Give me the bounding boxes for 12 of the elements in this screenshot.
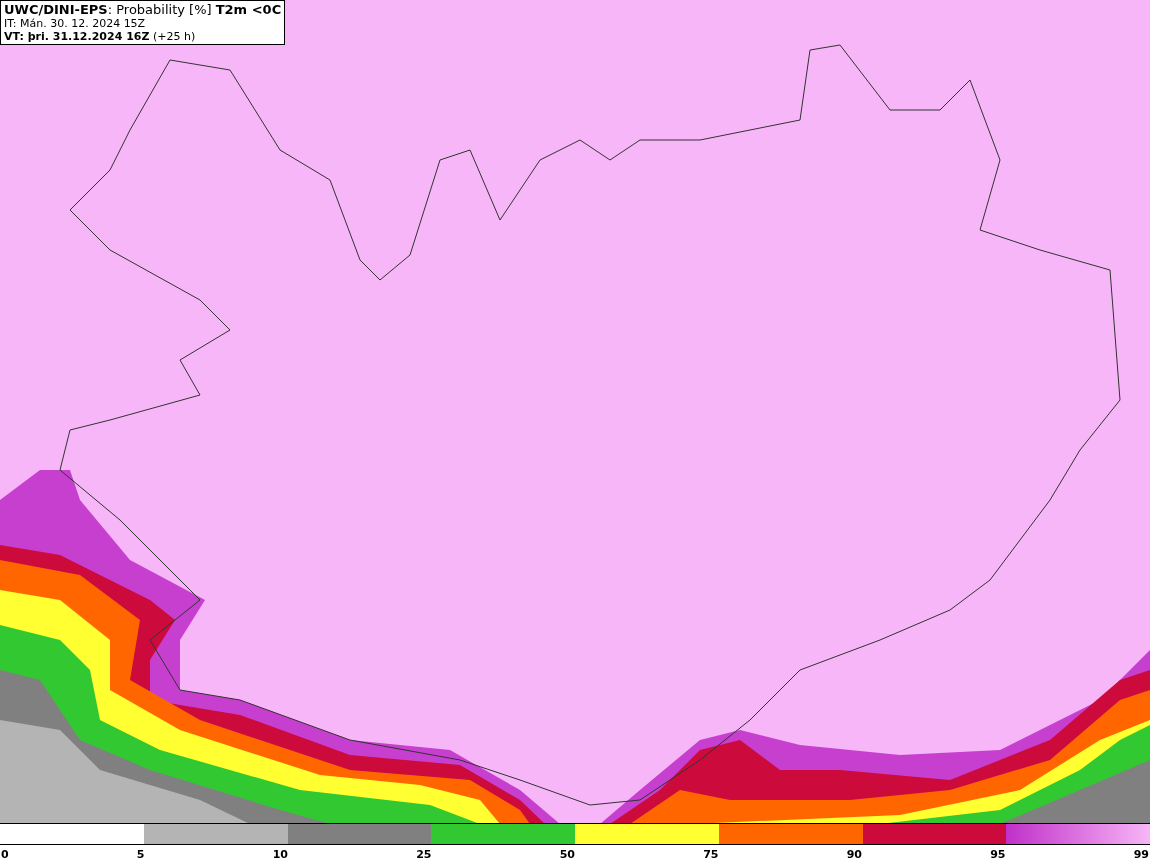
chart-title-line: UWC/DINI-EPS: Probability [%] T2m <0C (4, 2, 282, 17)
chart-title-line: VT: þri. 31.12.2024 16Z (+25 h) (4, 30, 197, 43)
legend-label: 25 (416, 847, 432, 861)
legend-label: 50 (559, 847, 575, 861)
legend-label: 10 (272, 847, 288, 861)
legend-label: 75 (703, 847, 719, 861)
legend-label: 95 (990, 847, 1006, 861)
legend-label: 90 (846, 847, 862, 861)
legend-label: 5 (136, 847, 145, 861)
chart-title-line: IT: Mán. 30. 12. 2024 15Z (4, 17, 147, 30)
legend-label: 0 (1, 847, 9, 861)
legend-label: 99 (1133, 847, 1149, 861)
